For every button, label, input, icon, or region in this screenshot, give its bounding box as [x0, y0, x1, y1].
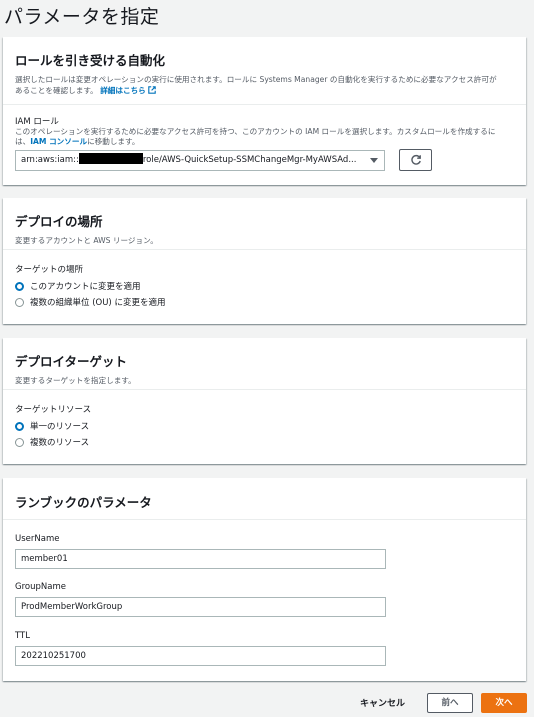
previous-button[interactable]: 前へ — [427, 693, 473, 713]
groupname-input[interactable]: ProdMemberWorkGroup — [15, 597, 386, 617]
ttl-input[interactable]: 202210251700 — [15, 646, 386, 666]
runbook-title: ランブックのパラメータ — [15, 495, 152, 510]
deploy-location-title: デプロイの場所 — [15, 214, 103, 229]
iam-desc-prefix: は、 — [15, 137, 31, 146]
automation-role-panel: ロールを引き受ける自動化 選択したロールは変更オペレーションの実行に使用されます… — [3, 37, 526, 185]
radio-multiple-resources-label: 複数のリソース — [30, 438, 90, 448]
radio-single-resource-label: 単一のリソース — [30, 422, 90, 432]
chevron-down-icon — [370, 158, 378, 163]
radio-button[interactable] — [15, 437, 24, 447]
radio-multiple-resources[interactable]: 複数のリソース — [15, 434, 514, 450]
username-input[interactable]: member01 — [15, 549, 386, 569]
learn-more-link-label: 詳細はこちら — [100, 86, 146, 95]
radio-button-selected[interactable] — [15, 281, 24, 291]
role-arn-suffix: role/AWS-QuickSetup-SSMChangeMgr-MyAWSAd… — [142, 155, 357, 165]
automation-role-title: ロールを引き受ける自動化 — [15, 53, 166, 68]
automation-desc-line1: 選択したロールは変更オペレーションの実行に使用されます。ロールに Systems… — [15, 75, 497, 84]
automation-role-header: ロールを引き受ける自動化 選択したロールは変更オペレーションの実行に使用されます… — [3, 37, 526, 105]
radio-multiple-ou-label: 複数の組織単位 (OU) に変更を適用 — [30, 298, 166, 308]
radio-this-account-label: このアカウントに変更を適用 — [30, 282, 141, 292]
deploy-location-desc: 変更するアカウントと AWS リージョン。 — [15, 236, 158, 245]
iam-desc-line1: このオペレーションを実行するために必要なアクセス許可を持つ、このアカウントの I… — [15, 127, 496, 136]
deploy-location-panel: デプロイの場所 変更するアカウントと AWS リージョン。 ターゲットの場所 こ… — [3, 198, 526, 324]
automation-role-desc: 選択したロールは変更オペレーションの実行に使用されます。ロールに Systems… — [15, 74, 514, 96]
radio-this-account[interactable]: このアカウントに変更を適用 — [15, 278, 514, 294]
iam-desc-suffix: に移動します。 — [87, 137, 140, 146]
runbook-header: ランブックのパラメータ — [3, 478, 526, 520]
username-label: UserName — [15, 534, 60, 544]
cancel-button[interactable]: キャンセル — [360, 696, 405, 709]
iam-role-label: IAM ロール — [15, 117, 59, 127]
deploy-target-header: デプロイターゲット 変更するターゲットを指定します。 — [3, 338, 526, 390]
groupname-label: GroupName — [15, 582, 66, 592]
iam-role-select[interactable]: arn:aws:iam:: role/AWS-QuickSetup-SSMChan… — [15, 150, 385, 171]
automation-desc-line2: あることを確認します。 — [15, 86, 98, 95]
runbook-parameters-panel: ランブックのパラメータ UserName member01 GroupName … — [3, 478, 526, 681]
next-button[interactable]: 次へ — [481, 693, 527, 713]
ttl-label: TTL — [15, 631, 30, 641]
role-arn-prefix: arn:aws:iam:: — [21, 155, 79, 165]
target-resource-label: ターゲットリソース — [15, 405, 92, 415]
iam-console-link[interactable]: IAM コンソール — [30, 137, 87, 146]
target-location-label: ターゲットの場所 — [15, 265, 84, 275]
deploy-target-panel: デプロイターゲット 変更するターゲットを指定します。 ターゲットリソース 単一の… — [3, 338, 526, 464]
radio-multiple-ou[interactable]: 複数の組織単位 (OU) に変更を適用 — [15, 294, 514, 310]
learn-more-link[interactable]: 詳細はこちら — [100, 86, 156, 95]
redacted-account-id — [78, 153, 143, 164]
radio-button-selected[interactable] — [15, 421, 24, 431]
radio-single-resource[interactable]: 単一のリソース — [15, 418, 514, 434]
radio-button[interactable] — [15, 297, 24, 307]
deploy-target-desc: 変更するターゲットを指定します。 — [15, 376, 136, 385]
refresh-button[interactable] — [399, 149, 432, 171]
iam-role-desc: このオペレーションを実行するために必要なアクセス許可を持つ、このアカウントの I… — [15, 127, 514, 147]
deploy-location-header: デプロイの場所 変更するアカウントと AWS リージョン。 — [3, 198, 526, 250]
deploy-target-title: デプロイターゲット — [15, 354, 128, 369]
refresh-icon — [410, 154, 421, 165]
external-link-icon — [148, 86, 156, 94]
page-title: パラメータを指定 — [4, 6, 160, 28]
